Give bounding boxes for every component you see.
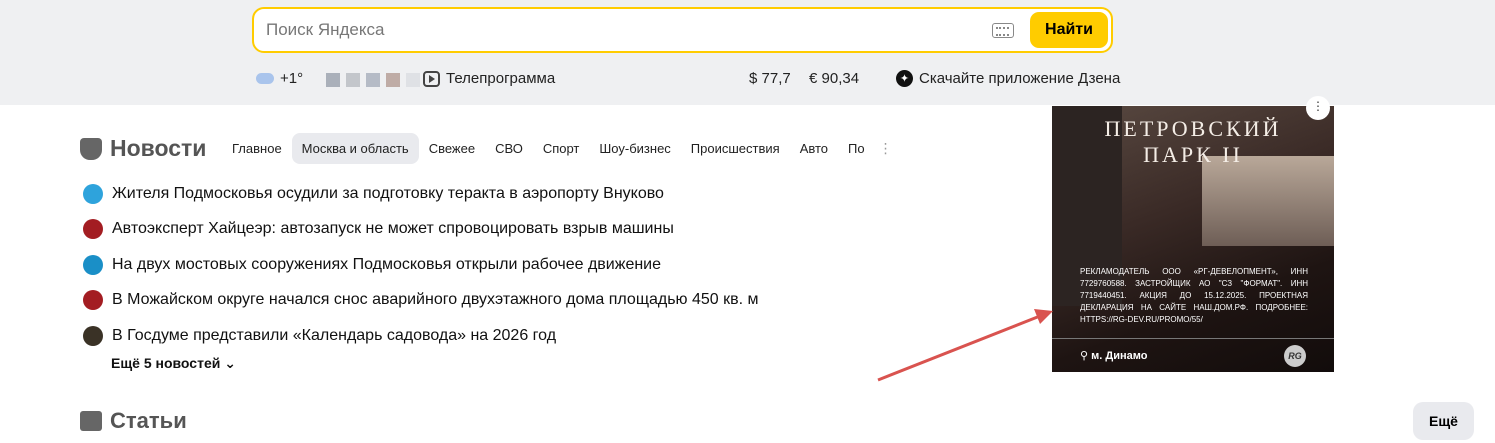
more-news-button[interactable]: Ещё 5 новостей ⌄: [111, 355, 236, 372]
news-source-icon: [83, 219, 103, 240]
tv-program-link[interactable]: Телепрограмма: [423, 70, 555, 87]
news-tab[interactable]: По: [838, 133, 875, 164]
news-title: Новости: [110, 135, 207, 161]
ad-location: ⚲ м. Динамо: [1080, 350, 1148, 362]
search-box: Найти: [252, 7, 1113, 53]
zen-icon: ✦: [896, 70, 913, 87]
ad-menu-icon[interactable]: ⋮: [1306, 96, 1330, 120]
usd-value: $ 77,7: [749, 70, 791, 87]
articles-heading[interactable]: Статьи: [80, 408, 187, 434]
news-item[interactable]: Жителя Подмосковья осудили за подготовку…: [83, 176, 759, 212]
ad-title: ПЕТРОВСКИЙ ПАРК II: [1104, 116, 1282, 167]
news-headline: В Можайском округе начался снос аварийно…: [112, 291, 759, 309]
cloud-icon: [256, 73, 274, 84]
news-item[interactable]: В Госдуме представили «Календарь садовод…: [83, 318, 759, 354]
news-source-icon: [83, 290, 103, 311]
news-tab[interactable]: Происшествия: [681, 133, 790, 164]
news-tab[interactable]: Спорт: [533, 133, 590, 164]
ad-legal-text: Рекламодатель ООО «РГ-Девелопмент», ИНН …: [1080, 267, 1308, 324]
search-button[interactable]: Найти: [1030, 12, 1108, 48]
news-source-icon: [83, 183, 103, 204]
eur-rate[interactable]: € 90,34: [809, 70, 859, 87]
news-item[interactable]: Автоэксперт Хайцеэр: автозапуск не может…: [83, 212, 759, 248]
blurred-informer: [326, 73, 420, 87]
tv-icon: [423, 70, 440, 87]
search-input[interactable]: [266, 20, 992, 40]
news-tabs: Главное Москва и область Свежее СВО Спорт Шоу…: [222, 133, 893, 164]
keyboard-icon[interactable]: [992, 22, 1014, 38]
news-headline: В Госдуме представили «Календарь садовод…: [112, 326, 557, 344]
news-source-icon: [83, 254, 103, 275]
news-headline: Жителя Подмосковья осудили за подготовку…: [112, 184, 664, 202]
tv-label: Телепрограмма: [446, 70, 556, 87]
weather-informer[interactable]: +1°: [256, 70, 303, 87]
news-headline: Автоэксперт Хайцеэр: автозапуск не может…: [112, 220, 674, 238]
news-tab[interactable]: Авто: [790, 133, 838, 164]
articles-title: Статьи: [110, 408, 187, 433]
rg-logo: RG: [1284, 344, 1306, 367]
news-item[interactable]: В Можайском округе начался снос аварийно…: [83, 283, 759, 319]
more-button[interactable]: Ещё: [1413, 402, 1474, 440]
advertisement-banner[interactable]: ПЕТРОВСКИЙ ПАРК II Рекламодатель ООО «РГ-…: [1052, 106, 1334, 372]
news-heading[interactable]: Новости: [80, 135, 206, 162]
more-news-label: Ещё 5 новостей: [111, 355, 221, 371]
news-logo-icon: [80, 137, 102, 160]
news-tab[interactable]: Главное: [222, 133, 292, 164]
zen-app-link[interactable]: ✦ Скачайте приложение Дзена: [896, 70, 1120, 87]
news-headline: На двух мостовых сооружениях Подмосковья…: [112, 255, 662, 273]
more-tabs-icon[interactable]: ⋮: [879, 140, 893, 157]
news-tab[interactable]: Москва и область: [291, 133, 419, 164]
book-icon: [80, 411, 102, 431]
news-tab[interactable]: СВО: [485, 133, 533, 164]
ad-footer: ⚲ м. Динамо RG: [1052, 338, 1334, 372]
usd-rate[interactable]: $ 77,7: [749, 70, 791, 87]
temperature: +1°: [280, 70, 304, 87]
news-tab[interactable]: Свежее: [419, 133, 485, 164]
news-item[interactable]: На двух мостовых сооружениях Подмосковья…: [83, 247, 759, 283]
eur-value: € 90,34: [809, 70, 860, 87]
news-list: Жителя Подмосковья осудили за подготовку…: [83, 176, 759, 354]
ad-image-city: [1202, 156, 1334, 246]
zen-label: Скачайте приложение Дзена: [919, 70, 1121, 87]
chevron-down-icon: ⌄: [224, 355, 236, 371]
news-tab[interactable]: Шоу-бизнес: [589, 133, 680, 164]
news-source-icon: [83, 325, 103, 346]
